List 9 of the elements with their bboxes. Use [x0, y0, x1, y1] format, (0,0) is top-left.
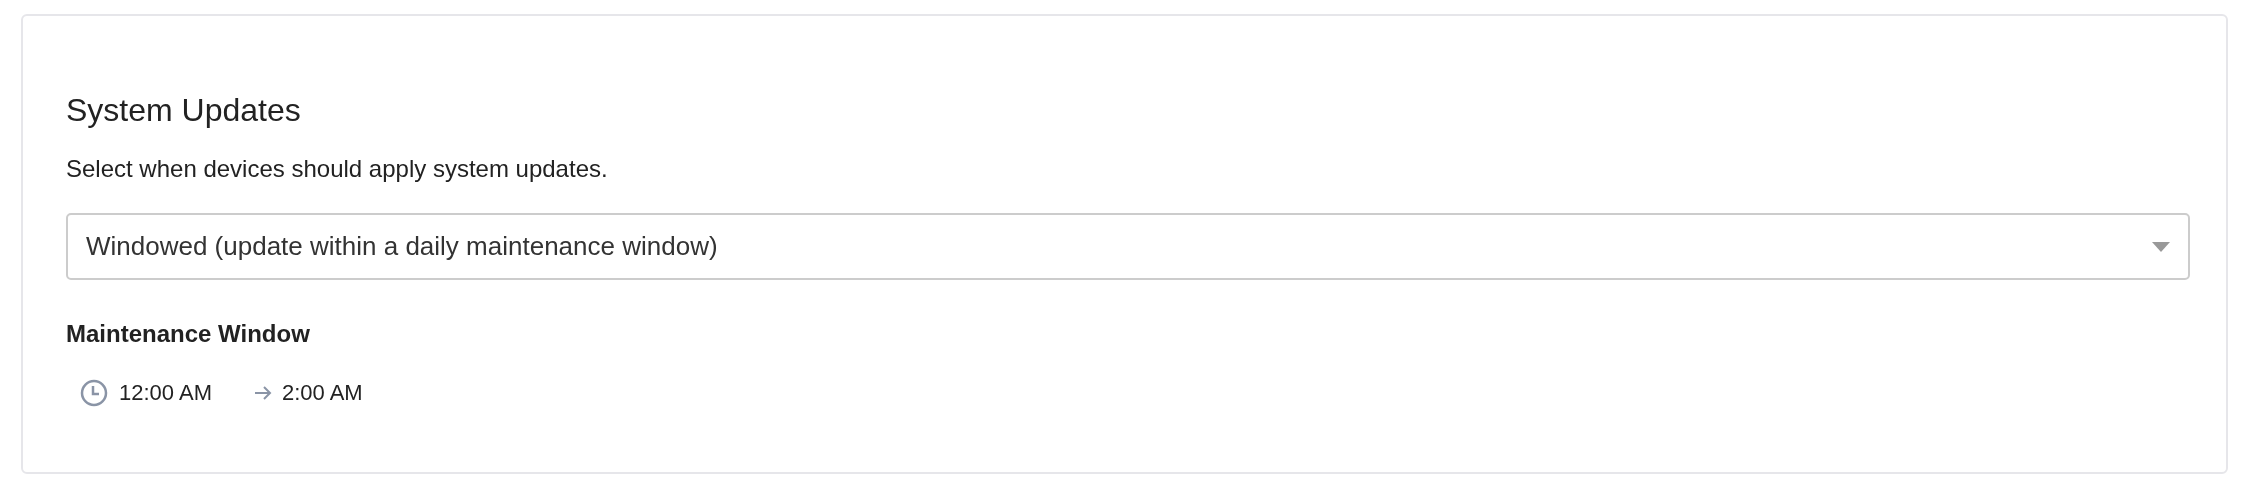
description-text: Select when devices should apply system updates. — [66, 154, 609, 185]
start-time[interactable]: 12:00 AM — [119, 376, 212, 410]
dropdown-caret-icon — [2152, 241, 2170, 252]
arrow-icon — [253, 384, 272, 401]
update-mode-select[interactable]: Windowed (update within a daily maintenance window) — [66, 213, 2190, 281]
field-label: Maintenance Window — [66, 319, 311, 350]
clock-icon — [80, 378, 108, 407]
end-time[interactable]: 2:00 AM — [281, 376, 363, 410]
section-title: System Updates — [66, 91, 302, 130]
